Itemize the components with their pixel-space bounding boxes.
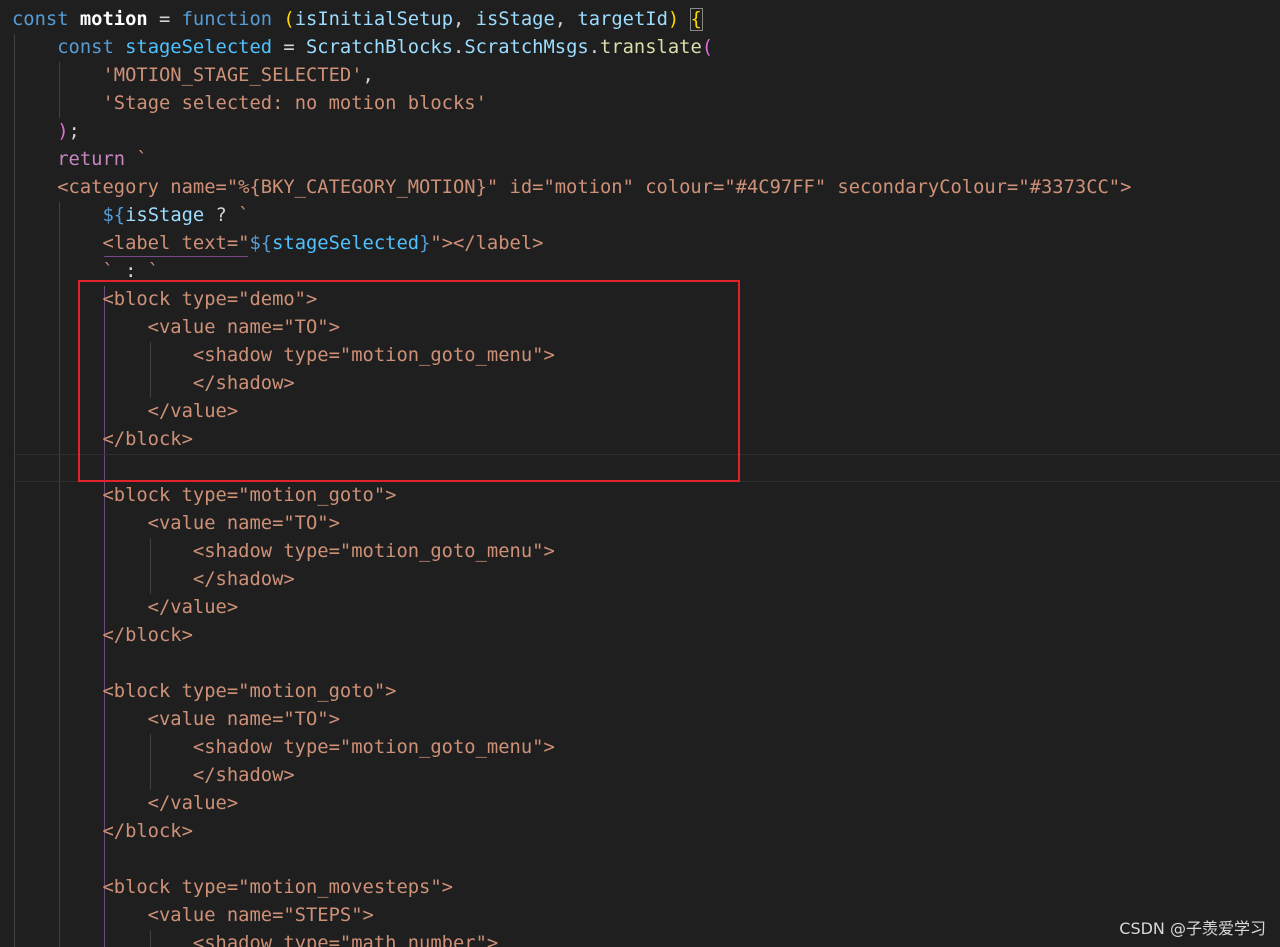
code-token: `: [136, 149, 148, 170]
code-token: </block>: [12, 625, 193, 646]
code-token: <block type="motion_goto">: [12, 485, 397, 506]
code-line[interactable]: <shadow type="motion_goto_menu">: [12, 734, 555, 762]
code-token: ${: [249, 233, 273, 254]
code-line[interactable]: <value name="TO">: [12, 706, 340, 734]
code-line[interactable]: <shadow type="motion_goto_menu">: [12, 538, 555, 566]
code-token: <block type="motion_movesteps">: [12, 877, 453, 898]
code-line[interactable]: <label text="${stageSelected}"></label>: [12, 230, 543, 258]
code-token: isInitialSetup: [294, 9, 454, 30]
code-token: </value>: [12, 793, 239, 814]
code-line[interactable]: const motion = function (isInitialSetup,…: [12, 6, 703, 34]
code-token: {: [689, 8, 703, 31]
code-token: </shadow>: [12, 765, 295, 786]
code-token: ${: [102, 205, 126, 226]
code-token: :: [113, 261, 148, 282]
code-line[interactable]: </shadow>: [12, 762, 295, 790]
code-line[interactable]: <category name="%{BKY_CATEGORY_MOTION}" …: [12, 174, 1131, 202]
code-line[interactable]: <block type="motion_goto">: [12, 678, 396, 706]
code-token: ,: [362, 65, 374, 86]
watermark: CSDN @子羡爱学习: [1119, 919, 1266, 938]
code-line[interactable]: <block type="motion_movesteps">: [12, 874, 453, 902]
annotation-highlight-box: [78, 280, 740, 482]
code-token: isStage: [475, 9, 555, 30]
code-line[interactable]: </block>: [12, 818, 193, 846]
code-token: function: [181, 9, 273, 30]
code-token: <shadow type="math_number">: [12, 933, 499, 947]
code-line[interactable]: <value name="STEPS">: [12, 902, 374, 930]
code-token: (: [283, 9, 295, 30]
code-line[interactable]: return `: [12, 146, 148, 174]
code-token: const: [12, 9, 80, 30]
code-token: stageSelected: [272, 233, 420, 254]
code-line[interactable]: <shadow type="math_number">: [12, 930, 498, 947]
code-token: .: [588, 37, 601, 58]
code-line[interactable]: ${isStage ? `: [12, 202, 249, 230]
code-token: <label text=": [12, 233, 250, 254]
code-line[interactable]: </value>: [12, 594, 238, 622]
code-token: ;: [68, 121, 80, 142]
code-token: `: [238, 205, 250, 226]
code-token: (: [701, 37, 714, 58]
code-line[interactable]: );: [12, 118, 80, 146]
code-token: motion: [79, 9, 148, 30]
code-line[interactable]: <block type="motion_goto">: [12, 482, 396, 510]
code-token: `: [102, 261, 114, 282]
code-token: .: [453, 37, 465, 58]
code-token: ScratchMsgs: [464, 37, 589, 58]
code-token: <category name="%{BKY_CATEGORY_MOTION}" …: [12, 177, 1132, 198]
code-token: isStage: [125, 205, 205, 226]
code-token: <value name="TO">: [12, 513, 340, 534]
code-token: <shadow type="motion_goto_menu">: [12, 541, 555, 562]
code-token: <block type="motion_goto">: [12, 681, 397, 702]
code-line[interactable]: <value name="TO">: [12, 510, 340, 538]
code-token: const: [12, 37, 126, 58]
code-token: 'MOTION_STAGE_SELECTED': [102, 65, 363, 86]
code-token: </value>: [12, 597, 239, 618]
code-token: translate: [600, 37, 702, 58]
code-editor[interactable]: const motion = function (isInitialSetup,…: [0, 0, 1280, 947]
code-token: <value name="STEPS">: [12, 905, 374, 926]
code-line[interactable]: </shadow>: [12, 566, 295, 594]
code-token: </shadow>: [12, 569, 295, 590]
code-token: ): [57, 121, 69, 142]
code-token: <value name="TO">: [12, 709, 340, 730]
code-token: }: [419, 233, 431, 254]
code-token: targetId: [577, 9, 668, 30]
code-line[interactable]: const stageSelected = ScratchBlocks.Scra…: [12, 34, 713, 62]
code-token: stageSelected: [125, 37, 273, 58]
code-token: 'Stage selected: no motion blocks': [102, 93, 487, 114]
code-line[interactable]: </block>: [12, 622, 193, 650]
code-token: `: [147, 261, 160, 282]
code-token: "></label>: [430, 233, 544, 254]
code-line[interactable]: </value>: [12, 790, 238, 818]
code-token: =: [147, 9, 182, 30]
code-token: ?: [204, 205, 239, 226]
code-token: =: [272, 37, 306, 58]
code-line[interactable]: 'Stage selected: no motion blocks': [12, 90, 487, 118]
code-line[interactable]: 'MOTION_STAGE_SELECTED',: [12, 62, 374, 90]
code-token: </block>: [12, 821, 193, 842]
code-token: ,: [554, 9, 578, 30]
code-token: ): [667, 9, 680, 30]
code-token: ScratchBlocks: [306, 37, 453, 58]
code-token: ,: [453, 9, 476, 30]
code-token: return: [12, 149, 137, 170]
code-token: <shadow type="motion_goto_menu">: [12, 737, 555, 758]
